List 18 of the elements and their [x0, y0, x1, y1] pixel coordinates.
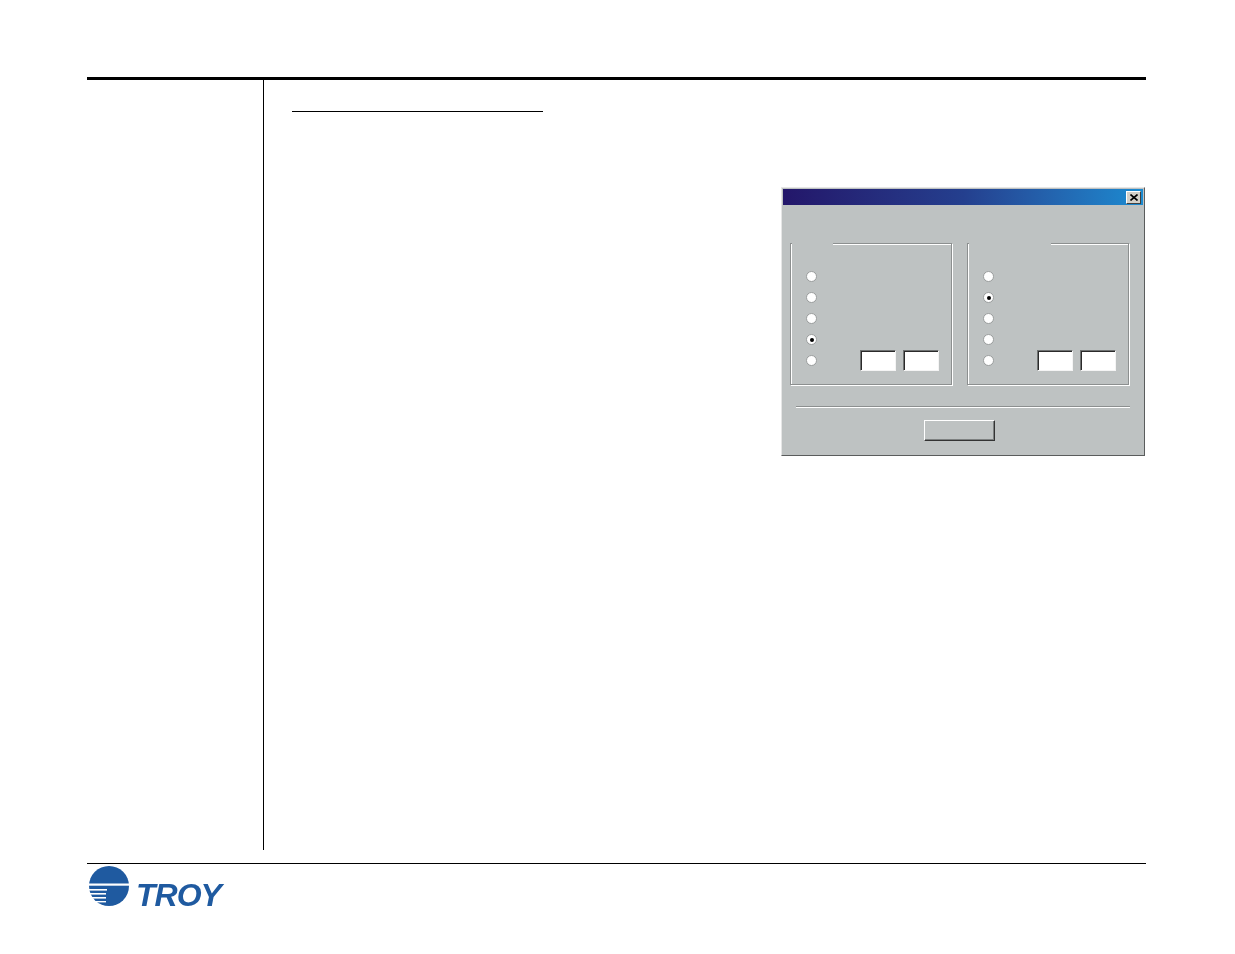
radio-button[interactable]	[983, 355, 994, 366]
close-button[interactable]	[1126, 190, 1141, 204]
radio-button[interactable]	[983, 313, 994, 324]
radio-button[interactable]	[806, 271, 817, 282]
radio-button[interactable]	[806, 355, 817, 366]
radio-button[interactable]	[806, 292, 817, 303]
striped-globe-icon	[89, 866, 129, 906]
close-icon	[1129, 193, 1138, 201]
radio-button[interactable]	[806, 313, 817, 324]
radio-button[interactable]	[983, 292, 994, 303]
input-field[interactable]	[860, 350, 896, 371]
radio-button[interactable]	[806, 334, 817, 345]
radio-button[interactable]	[983, 334, 994, 345]
input-field[interactable]	[1037, 350, 1073, 371]
dialog-button[interactable]	[924, 420, 995, 441]
input-field[interactable]	[903, 350, 939, 371]
input-field[interactable]	[1080, 350, 1116, 371]
radio-button[interactable]	[983, 271, 994, 282]
